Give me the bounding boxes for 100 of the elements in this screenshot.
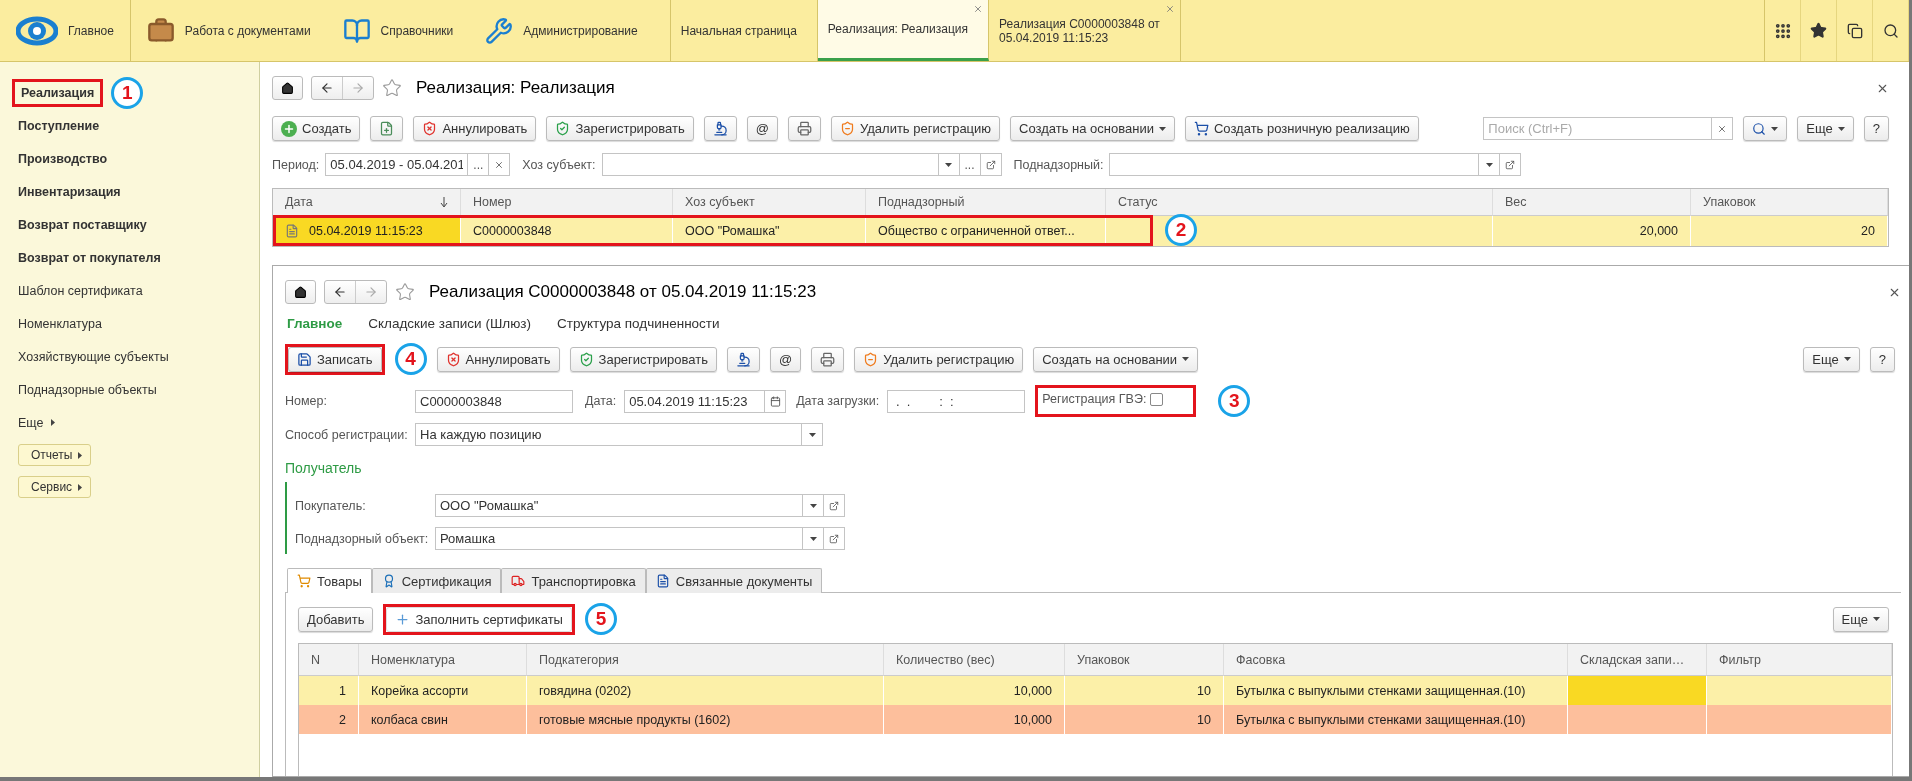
nav-link[interactable]: Структура подчиненности xyxy=(556,316,720,331)
at-button[interactable]: @ xyxy=(769,346,802,372)
select-button[interactable]: ... xyxy=(959,153,981,176)
toolbar-button[interactable]: Добавить xyxy=(298,606,374,632)
sidebar-item[interactable]: Шаблон сертификата xyxy=(12,279,149,302)
toolbar-button[interactable]: Удалить регистрацию xyxy=(831,116,1001,141)
dropdown-button[interactable] xyxy=(803,527,824,550)
column-header[interactable]: Хоз субъект xyxy=(673,189,866,216)
home-button[interactable] xyxy=(285,280,316,304)
sidebar-item[interactable]: Номенклатура xyxy=(12,312,108,335)
dropdown-button[interactable] xyxy=(1479,153,1501,176)
calendar-button[interactable] xyxy=(765,389,787,413)
toolbar-button[interactable]: Зарегистрировать xyxy=(546,116,694,141)
more-button[interactable]: Еще xyxy=(1832,606,1889,632)
tab[interactable]: Связанные документы xyxy=(645,568,823,593)
dropdown-button[interactable] xyxy=(803,494,824,517)
more-button[interactable]: Еще xyxy=(1797,116,1854,141)
sidebar-item[interactable]: Возврат от покупателя xyxy=(12,246,167,269)
dropdown-field[interactable]: На каждую позицию xyxy=(415,423,802,446)
open-button[interactable] xyxy=(980,153,1002,176)
section-tab[interactable]: Главное xyxy=(0,0,130,61)
print-button[interactable] xyxy=(788,116,821,141)
search-button[interactable] xyxy=(1743,116,1788,141)
home-button[interactable] xyxy=(272,76,303,100)
more-button[interactable]: Еще xyxy=(1803,346,1860,372)
column-header[interactable]: Упаковок xyxy=(1065,644,1224,676)
tab[interactable]: Сертификация xyxy=(371,568,502,593)
section-tab[interactable]: Администрирование xyxy=(469,0,654,61)
date-field[interactable]: . . : : xyxy=(887,389,1026,413)
toolbar-button[interactable]: Удалить регистрацию xyxy=(854,346,1024,372)
sidebar-item[interactable]: Возврат поставщику xyxy=(12,213,153,236)
nav-link[interactable]: Складские записи (Шлюз) xyxy=(368,316,531,331)
column-header[interactable]: Номер xyxy=(461,189,673,216)
select-button[interactable]: ... xyxy=(468,153,490,176)
column-header[interactable]: Вес xyxy=(1493,189,1691,216)
help-button[interactable]: ? xyxy=(1869,346,1895,372)
dropdown-button[interactable] xyxy=(802,423,823,446)
at-button[interactable]: @ xyxy=(746,116,778,141)
column-header[interactable]: Количество (вес) xyxy=(884,644,1065,676)
toolbar-button[interactable]: Создать xyxy=(272,116,361,141)
sidebar-item[interactable]: Хозяйствующие субъекты xyxy=(12,345,175,368)
table-cell: колбаса свин xyxy=(359,705,527,734)
more-link[interactable]: Еще xyxy=(12,411,50,434)
date-field[interactable]: 05.04.2019 11:15:23 xyxy=(624,389,766,413)
column-header[interactable]: Статус xyxy=(1106,189,1493,216)
number-field[interactable]: C0000003848 xyxy=(415,389,573,413)
column-header[interactable]: N xyxy=(299,644,359,676)
open-button[interactable] xyxy=(824,494,845,517)
tab[interactable]: Товары xyxy=(287,568,372,593)
help-button[interactable]: ? xyxy=(1863,116,1889,141)
column-header[interactable]: Фасовка xyxy=(1224,644,1568,676)
choice-field[interactable] xyxy=(601,153,939,176)
checkbox[interactable] xyxy=(1150,392,1164,406)
search-field[interactable]: Поиск (Ctrl+F) xyxy=(1483,117,1713,140)
choice-field[interactable]: Ромашка xyxy=(435,527,803,550)
sidebar-item[interactable]: Реализация xyxy=(15,81,101,104)
section-tab[interactable]: Работа с документами xyxy=(130,0,327,61)
clear-icon xyxy=(1717,123,1728,134)
column-header[interactable]: Складская запи… xyxy=(1568,644,1707,676)
column-header[interactable]: Фильтр xyxy=(1707,644,1892,676)
column-header[interactable]: Упаковок xyxy=(1691,189,1888,216)
copy-button[interactable] xyxy=(370,116,404,141)
column-header[interactable]: Номенклатура xyxy=(359,644,527,676)
choice-field[interactable]: ООО "Ромашка" xyxy=(435,494,803,517)
toolbar-button[interactable]: Заполнить сертификаты xyxy=(386,606,572,632)
toolbar-button[interactable]: Зарегистрировать xyxy=(569,346,717,372)
section-tab[interactable]: Справочники xyxy=(326,0,470,61)
close-icon[interactable] xyxy=(1164,4,1175,14)
sidebar-button[interactable]: Отчеты xyxy=(18,444,92,466)
inspect-button[interactable] xyxy=(703,116,737,141)
field-label: Период: xyxy=(272,157,320,172)
dropdown-button[interactable] xyxy=(938,153,960,176)
toolbar-button[interactable]: Создать на основании xyxy=(1033,346,1199,372)
column-header[interactable]: Поднадзорный xyxy=(866,189,1106,216)
star-icon[interactable] xyxy=(395,282,415,302)
open-button[interactable] xyxy=(1500,153,1522,176)
nav-link[interactable]: Главное xyxy=(287,316,343,331)
sidebar-item[interactable]: Поступление xyxy=(12,114,106,137)
clear-button[interactable] xyxy=(1712,117,1734,140)
sidebar-button[interactable]: Сервис xyxy=(18,476,92,498)
column-header[interactable]: Подкатегория xyxy=(527,644,884,676)
print-button[interactable] xyxy=(811,346,845,372)
sidebar-item[interactable]: Производство xyxy=(12,147,114,170)
tab[interactable]: Транспортировка xyxy=(501,568,646,593)
toolbar-button[interactable]: Создать розничную реализацию xyxy=(1184,116,1419,141)
period-field[interactable]: 05.04.2019 - 05.04.201 xyxy=(325,153,469,176)
toolbar-button[interactable]: Записать xyxy=(288,346,382,372)
inspect-button[interactable] xyxy=(726,346,760,372)
open-button[interactable] xyxy=(824,527,845,550)
sidebar-item[interactable]: Инвентаризация xyxy=(12,180,127,203)
toolbar-button[interactable]: Аннулировать xyxy=(436,346,560,372)
toolbar-button[interactable]: Аннулировать xyxy=(413,116,537,141)
clear-button[interactable] xyxy=(489,153,511,176)
column-header[interactable]: Дата xyxy=(273,189,461,216)
close-icon[interactable] xyxy=(973,4,984,14)
toolbar-button[interactable]: Создать на основании xyxy=(1010,116,1175,141)
star-icon[interactable] xyxy=(382,78,402,98)
sidebar-item[interactable]: Поднадзорные объекты xyxy=(12,378,163,401)
open-tab[interactable]: Реализация: Реализация xyxy=(817,0,990,61)
choice-field[interactable] xyxy=(1109,153,1480,176)
